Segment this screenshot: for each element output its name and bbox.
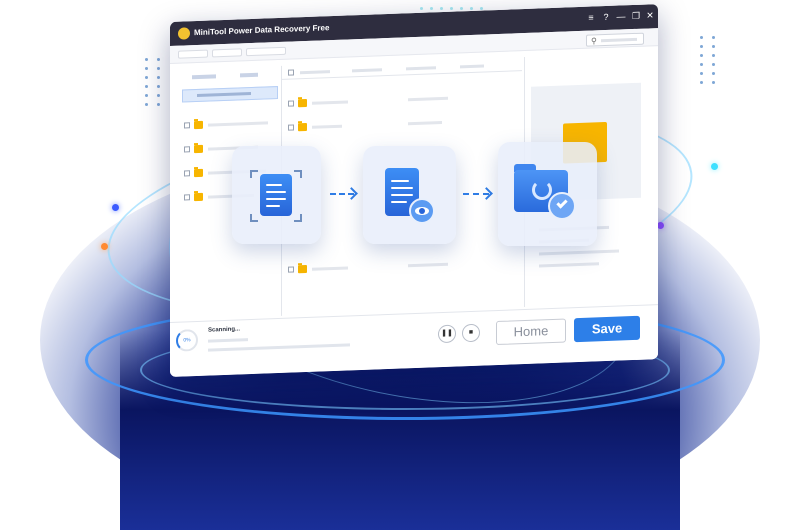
pause-button[interactable]: ❚❚ — [438, 324, 456, 344]
scan-progress-label: 0% — [183, 337, 191, 344]
checkbox[interactable] — [184, 194, 190, 201]
orbit-node — [101, 243, 108, 250]
orbit-node — [657, 222, 664, 229]
select-all-checkbox[interactable] — [288, 69, 294, 76]
home-button[interactable]: Home — [496, 318, 566, 346]
menu-icon[interactable]: ≡ — [586, 11, 596, 23]
checkbox[interactable] — [184, 170, 190, 177]
folder-icon — [194, 168, 203, 178]
checkbox[interactable] — [288, 124, 294, 131]
scan-progress-ring: 0% — [176, 328, 198, 352]
search-placeholder-bar — [601, 37, 637, 43]
step-card-recover — [498, 142, 597, 246]
checkbox[interactable] — [288, 266, 294, 273]
folder-icon — [194, 120, 203, 130]
scan-detail-bar — [208, 338, 248, 343]
folder-icon — [298, 264, 307, 274]
flow-arrow — [463, 193, 489, 195]
decorative-dots — [420, 7, 483, 10]
help-icon[interactable]: ? — [601, 11, 611, 23]
orbit-node — [711, 163, 718, 170]
toolbar-button[interactable] — [178, 49, 208, 59]
step-card-scan — [232, 146, 321, 244]
minimize-icon[interactable]: — — [616, 10, 626, 22]
checkbox[interactable] — [184, 146, 190, 153]
search-input[interactable]: ⚲ — [586, 32, 644, 47]
folder-icon — [194, 192, 203, 202]
close-icon[interactable]: ✕ — [645, 9, 655, 21]
eye-icon — [409, 198, 435, 224]
checkbox[interactable] — [184, 122, 190, 129]
app-logo-icon — [178, 27, 190, 40]
toolbar-button[interactable] — [246, 46, 286, 57]
sidebar-header — [192, 72, 262, 82]
scanning-label: Scanning... — [208, 326, 241, 334]
file-row[interactable] — [288, 257, 518, 275]
toolbar-button[interactable] — [212, 48, 242, 58]
save-button[interactable]: Save — [574, 315, 640, 343]
document-scan-icon — [260, 174, 292, 216]
folder-icon — [194, 144, 203, 154]
sidebar-item-selected[interactable] — [182, 86, 278, 103]
checkbox[interactable] — [288, 100, 294, 107]
flow-arrow — [330, 193, 354, 195]
maximize-icon[interactable]: ❐ — [631, 10, 641, 22]
file-list-header — [282, 57, 522, 80]
decorative-dots — [145, 58, 160, 106]
checkmark-icon — [548, 192, 576, 220]
folder-icon — [298, 122, 307, 132]
sidebar-item[interactable] — [184, 118, 280, 132]
folder-icon — [298, 98, 307, 108]
step-card-preview — [363, 146, 456, 244]
file-row[interactable] — [288, 115, 518, 133]
file-row[interactable] — [288, 91, 518, 109]
search-icon: ⚲ — [591, 36, 597, 46]
scan-detail-bar — [208, 343, 350, 352]
stop-button[interactable]: ■ — [462, 323, 480, 343]
orbit-node — [112, 204, 119, 211]
window-title: MiniTool Power Data Recovery Free — [194, 23, 330, 38]
decorative-dots — [700, 36, 715, 84]
